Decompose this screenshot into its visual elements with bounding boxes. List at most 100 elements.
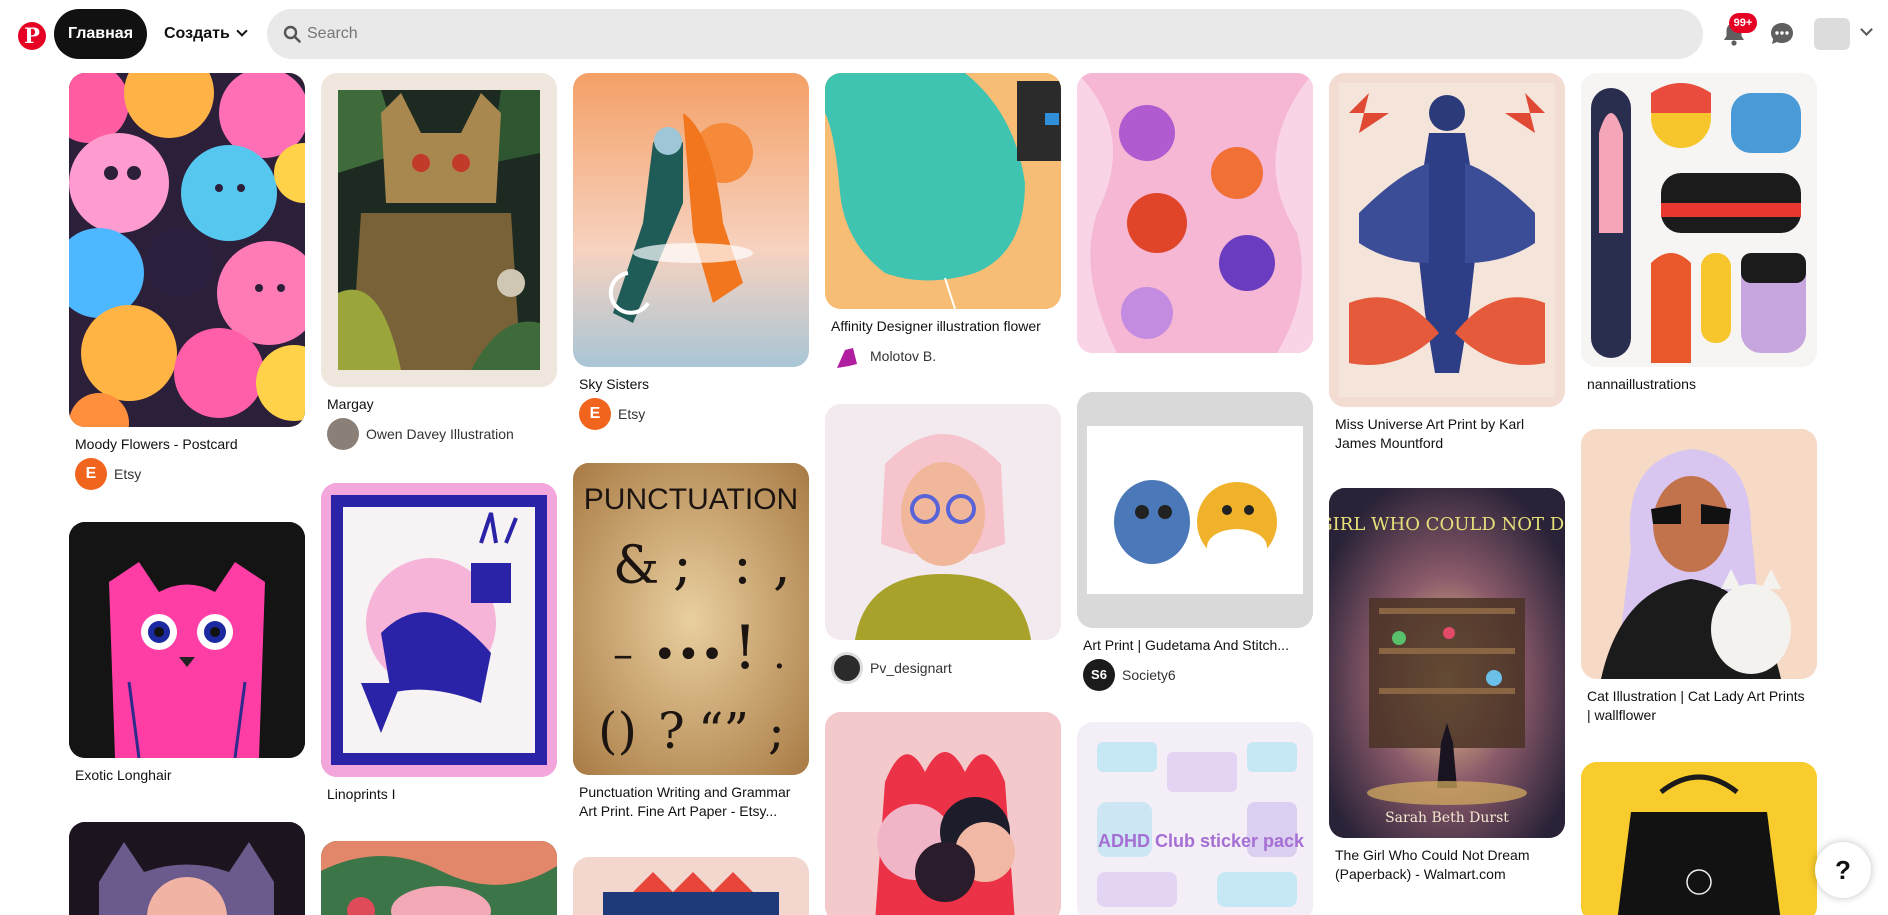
- adhd-sticker-pack: ADHD Club sticker pack: [1077, 722, 1313, 915]
- pin-image[interactable]: [1581, 429, 1817, 679]
- pin-image[interactable]: [321, 483, 557, 777]
- pin-title[interactable]: Cat Illustration | Cat Lady Art Prints |…: [1581, 679, 1817, 725]
- pin-image[interactable]: [573, 73, 809, 367]
- pin-card[interactable]: Affinity Designer illustration flower Mo…: [825, 73, 1061, 372]
- pin-image[interactable]: PUNCTUATION & ; : , – ••• ! . () ? “” ;: [573, 463, 809, 775]
- svg-text::: :: [733, 532, 752, 597]
- pin-image[interactable]: ADHD Club sticker pack: [1077, 722, 1313, 915]
- pin-title[interactable]: Affinity Designer illustration flower: [825, 309, 1061, 336]
- source-avatar: [831, 340, 863, 372]
- women-flames-illustration: [825, 712, 1061, 915]
- pin-image[interactable]: [825, 404, 1061, 640]
- svg-text:?: ?: [658, 702, 685, 760]
- pin-image[interactable]: [1329, 73, 1565, 407]
- pin-card[interactable]: [573, 857, 809, 915]
- pin-image[interactable]: [69, 522, 305, 758]
- pin-card[interactable]: Cat Illustration | Cat Lady Art Prints |…: [1581, 429, 1817, 725]
- pin-card[interactable]: [321, 841, 557, 915]
- pinterest-logo-icon[interactable]: P: [18, 22, 46, 50]
- faces-illustration: [1077, 73, 1313, 353]
- cosmic-cat-illustration: [69, 822, 305, 915]
- pin-image[interactable]: [1581, 762, 1817, 915]
- pin-title[interactable]: The Girl Who Could Not Dream (Paperback)…: [1329, 838, 1565, 884]
- source-name: Owen Davey Illustration: [366, 426, 514, 442]
- profile-avatar[interactable]: [1814, 18, 1850, 50]
- messages-icon[interactable]: [1766, 18, 1798, 50]
- pin-title[interactable]: Linoprints I: [321, 777, 557, 804]
- pin-card[interactable]: THE GIRL WHO COULD NOT DREAM Sarah Beth …: [1329, 488, 1565, 884]
- pin-image[interactable]: [321, 73, 557, 387]
- pin-card[interactable]: Art Print | Gudetama And Stitch...: [1077, 73, 1313, 353]
- pin-image[interactable]: [1581, 73, 1817, 367]
- svg-text:!: !: [733, 613, 757, 683]
- pin-card[interactable]: Art Print | Gudetama And Stitch... S6 So…: [1077, 392, 1313, 691]
- pin-card[interactable]: ADHD Club sticker pack: [1077, 722, 1313, 915]
- pin-image[interactable]: [1077, 73, 1313, 353]
- book-author: Sarah Beth Durst: [1385, 810, 1509, 826]
- sticker-pack-title: ADHD Club sticker pack: [1098, 831, 1305, 851]
- pin-title[interactable]: Moody Flowers - Postcard: [69, 427, 305, 454]
- pin-card[interactable]: Moody Flowers - Postcard E Etsy: [69, 73, 305, 490]
- svg-text:•••: •••: [653, 632, 724, 678]
- pin-card[interactable]: Sky Sisters E Etsy: [573, 73, 809, 430]
- pin-source[interactable]: Owen Davey Illustration: [321, 414, 557, 450]
- pin-source[interactable]: Pv_designart: [825, 648, 1061, 684]
- home-button[interactable]: Главная: [54, 9, 147, 59]
- create-menu-button[interactable]: Создать: [154, 9, 256, 59]
- pin-title[interactable]: Art Print | Gudetama And Stitch...: [1077, 628, 1313, 655]
- source-name: Etsy: [114, 466, 142, 482]
- account-chevron-icon[interactable]: [1860, 23, 1873, 36]
- pin-title[interactable]: Sky Sisters: [573, 367, 809, 394]
- pin-image[interactable]: [69, 73, 305, 427]
- portrait-illustration: [825, 404, 1061, 640]
- pin-card[interactable]: Pv_designart: [825, 404, 1061, 684]
- source-name: Society6: [1122, 667, 1176, 683]
- pin-title[interactable]: nannaillustrations: [1581, 367, 1817, 394]
- create-label: Создать: [164, 25, 230, 42]
- pin-card[interactable]: [69, 822, 305, 915]
- pin-card[interactable]: [825, 712, 1061, 915]
- geometric-illustration: [573, 857, 809, 915]
- pin-image[interactable]: [69, 822, 305, 915]
- affinity-flower-illustration: [825, 73, 1061, 309]
- svg-text:–: –: [613, 632, 633, 678]
- flowers-illustration: [69, 73, 305, 427]
- pin-card[interactable]: Miss Universe Art Print by Karl James Mo…: [1329, 73, 1565, 453]
- chevron-down-icon: [236, 25, 248, 37]
- search-icon: [283, 25, 301, 43]
- pink-cat-illustration: [69, 522, 305, 758]
- pin-image[interactable]: [321, 841, 557, 915]
- etsy-avatar: E: [75, 458, 107, 490]
- source-avatar: [831, 652, 863, 684]
- pin-source[interactable]: E Etsy: [69, 454, 305, 490]
- society6-avatar: S6: [1083, 659, 1115, 691]
- pin-image[interactable]: THE GIRL WHO COULD NOT DREAM Sarah Beth …: [1329, 488, 1565, 838]
- pin-title[interactable]: Punctuation Writing and Grammar Art Prin…: [573, 775, 809, 821]
- pin-source[interactable]: S6 Society6: [1077, 655, 1313, 691]
- pin-image[interactable]: [573, 857, 809, 915]
- pin-title[interactable]: Miss Universe Art Print by Karl James Mo…: [1329, 407, 1565, 453]
- search-input[interactable]: [307, 9, 1687, 59]
- pin-card[interactable]: Exotic Longhair: [69, 522, 305, 785]
- pin-image[interactable]: [825, 73, 1061, 309]
- pin-source[interactable]: Molotov B.: [825, 336, 1061, 372]
- margay-illustration: [321, 73, 557, 387]
- search-bar[interactable]: [267, 9, 1703, 59]
- gudetama-stitch-illustration: [1077, 392, 1313, 628]
- book-title: THE GIRL WHO COULD NOT DREAM: [1329, 514, 1565, 535]
- source-name: Molotov B.: [870, 348, 937, 364]
- pin-card[interactable]: nannaillustrations: [1581, 73, 1817, 394]
- pin-card[interactable]: [1581, 762, 1817, 915]
- svg-text:;: ;: [768, 702, 785, 760]
- pin-title[interactable]: [825, 640, 1061, 648]
- pin-title[interactable]: Margay: [321, 387, 557, 414]
- pin-card[interactable]: Margay Owen Davey Illustration: [321, 73, 557, 450]
- pin-image[interactable]: [1077, 392, 1313, 628]
- pin-card[interactable]: Linoprints I: [321, 483, 557, 804]
- etsy-avatar: E: [579, 398, 611, 430]
- pin-source[interactable]: E Etsy: [573, 394, 809, 430]
- pin-image[interactable]: [825, 712, 1061, 915]
- help-button[interactable]: ?: [1815, 842, 1871, 898]
- pin-card[interactable]: PUNCTUATION & ; : , – ••• ! . () ? “” ; …: [573, 463, 809, 821]
- pin-title[interactable]: Exotic Longhair: [69, 758, 305, 785]
